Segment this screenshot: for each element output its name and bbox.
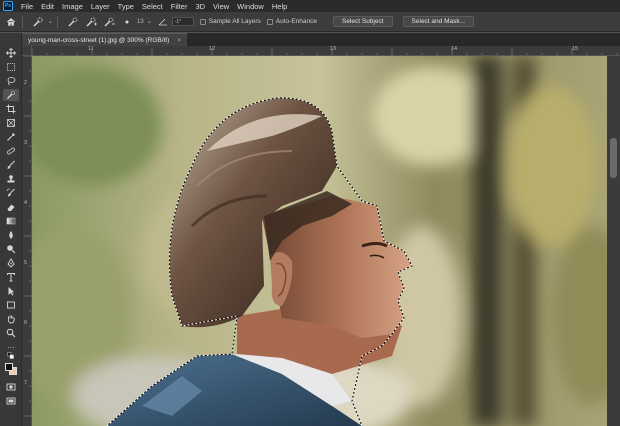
ruler-label: 2 (24, 80, 28, 86)
hand-tool-icon[interactable] (3, 313, 19, 325)
menu-type[interactable]: Type (114, 2, 138, 11)
screen-mode-icon[interactable] (3, 395, 19, 407)
lasso-tool-icon[interactable] (3, 75, 19, 87)
document-canvas[interactable] (32, 56, 607, 426)
tools-panel: ··· (0, 33, 22, 426)
brush-tool-icon[interactable] (3, 159, 19, 171)
type-tool-icon[interactable] (3, 271, 19, 283)
menu-window[interactable]: Window (233, 2, 268, 11)
menu-layer[interactable]: Layer (87, 2, 114, 11)
ruler-label: 6 (24, 320, 28, 326)
ruler-label: 7 (24, 380, 28, 386)
new-selection-brush-icon[interactable] (66, 15, 80, 29)
quick-mask-icon[interactable] (3, 381, 19, 393)
scrollbar-thumb[interactable] (610, 138, 617, 178)
quick-selection-icon[interactable] (31, 15, 45, 29)
menu-help[interactable]: Help (268, 2, 291, 11)
spot-healing-tool-icon[interactable] (3, 145, 19, 157)
foreground-color-swatch[interactable] (5, 363, 13, 371)
select-subject-button[interactable]: Select Subject (332, 16, 393, 27)
crop-tool-icon[interactable] (3, 103, 19, 115)
checkbox-box[interactable] (199, 18, 206, 25)
sample-all-layers-label: Sample All Layers (208, 18, 261, 25)
chevron-down-icon[interactable]: ⌄ (48, 18, 53, 25)
separator (22, 15, 23, 28)
history-brush-tool-icon[interactable] (3, 187, 19, 199)
pen-tool-icon[interactable] (3, 257, 19, 269)
eraser-tool-icon[interactable] (3, 201, 19, 213)
frame-tool-icon[interactable] (3, 117, 19, 129)
menu-edit[interactable]: Edit (37, 2, 58, 11)
brush-size-value[interactable]: 13 (137, 19, 144, 25)
marquee-tool-icon[interactable] (3, 61, 19, 73)
photo-image (32, 56, 607, 426)
dodge-tool-icon[interactable] (3, 243, 19, 255)
menu-select[interactable]: Select (138, 2, 167, 11)
menu-view[interactable]: View (209, 2, 233, 11)
menu-image[interactable]: Image (58, 2, 87, 11)
photoshop-logo[interactable]: Ps (3, 1, 13, 11)
select-and-mask-button[interactable]: Select and Mask... (402, 16, 475, 27)
ruler-label: 4 (24, 200, 28, 206)
blur-tool-icon[interactable] (3, 229, 19, 241)
home-icon[interactable] (4, 15, 18, 29)
document-tab-bar: young-man-cross-street (1).jpg @ 300% (R… (22, 33, 620, 46)
ruler-label: 5 (24, 260, 28, 266)
chevron-down-icon[interactable]: ⌄ (147, 18, 152, 25)
horizontal-ruler[interactable]: 11 12 13 14 15 (32, 46, 620, 56)
menu-bar: Ps File Edit Image Layer Type Select Fil… (0, 0, 620, 12)
rectangle-tool-icon[interactable] (3, 299, 19, 311)
options-bar: ⌄ 13 ⌄ -1° Sample All Layers Auto-Enhanc… (0, 12, 620, 32)
path-selection-tool-icon[interactable] (3, 285, 19, 297)
zoom-tool-icon[interactable] (3, 327, 19, 339)
ruler-label: 3 (24, 140, 28, 146)
ruler-label: 14 (451, 46, 458, 52)
angle-field[interactable]: -1° (171, 17, 194, 26)
brush-size-dot-icon[interactable] (120, 15, 134, 29)
document-tab[interactable]: young-man-cross-street (1).jpg @ 300% (R… (22, 33, 188, 46)
sample-all-layers-checkbox[interactable]: Sample All Layers (199, 18, 261, 25)
eyedropper-tool-icon[interactable] (3, 131, 19, 143)
separator (57, 15, 59, 28)
menu-file[interactable]: File (17, 2, 37, 11)
close-icon[interactable]: × (177, 37, 181, 44)
auto-enhance-checkbox[interactable]: Auto-Enhance (266, 18, 317, 25)
move-tool-icon[interactable] (3, 47, 19, 59)
vertical-scrollbar[interactable] (607, 56, 620, 426)
add-to-selection-icon[interactable] (84, 15, 98, 29)
menu-3d[interactable]: 3D (191, 2, 209, 11)
subtract-from-selection-icon[interactable] (102, 15, 116, 29)
document-tab-title: young-man-cross-street (1).jpg @ 300% (R… (28, 36, 170, 44)
ruler-label: 13 (330, 46, 337, 52)
auto-enhance-label: Auto-Enhance (275, 18, 317, 25)
menu-filter[interactable]: Filter (167, 2, 192, 11)
quick-selection-tool-icon[interactable] (3, 89, 19, 101)
checkbox-box[interactable] (266, 18, 273, 25)
clone-stamp-tool-icon[interactable] (3, 173, 19, 185)
vertical-ruler[interactable]: 2 3 4 5 6 7 (22, 56, 32, 426)
ruler-label: 11 (88, 46, 94, 52)
ruler-label: 15 (572, 46, 579, 52)
ruler-origin[interactable] (22, 46, 32, 56)
angle-icon (156, 15, 170, 29)
gradient-tool-icon[interactable] (3, 215, 19, 227)
default-colors-icon[interactable] (3, 352, 19, 360)
ruler-label: 12 (209, 46, 216, 52)
